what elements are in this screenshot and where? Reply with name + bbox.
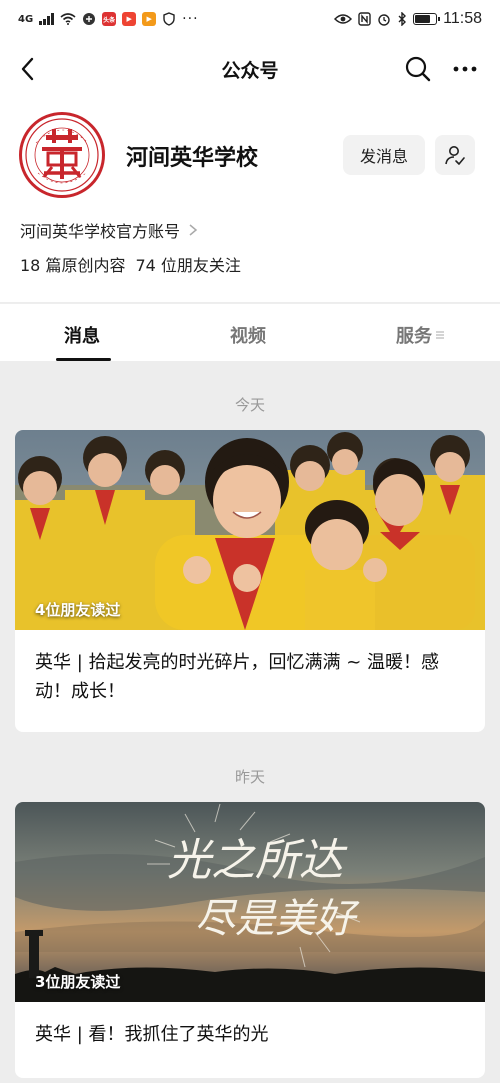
status-bar: 4G 头条 ▶ ▶ ··· 11:58: [0, 0, 500, 38]
tab-messages[interactable]: 消息: [64, 322, 100, 348]
signal-icon: [39, 13, 55, 25]
description-text: 河间英华学校官方账号: [20, 222, 181, 241]
clock: 11:58: [443, 10, 482, 27]
network-type: 4G: [18, 13, 34, 25]
battery-icon: [413, 13, 441, 25]
player-app-icon: ▶: [142, 12, 157, 26]
cover-title-line-1: 光之所达: [167, 835, 348, 886]
account-name: 河间英华学校: [126, 146, 259, 171]
video-app-icon: ▶: [122, 12, 137, 26]
cover-title-art: 光之所达 尽是美好: [167, 835, 360, 942]
bluetooth-icon: [398, 12, 407, 26]
school-logo: [19, 112, 105, 198]
menu-icon: [436, 331, 444, 339]
wifi-icon: [60, 13, 76, 25]
read-by-friends: 4位朋友读过: [35, 601, 121, 619]
follower-count: 74 位朋友关注: [135, 256, 241, 275]
read-by-friends: 3位朋友读过: [35, 973, 121, 991]
article-card[interactable]: 光之所达 尽是美好 3位朋友读过 英华 | 看！我抓住了英华的光: [15, 802, 485, 1078]
account-stats: 18 篇原创内容 74 位朋友关注: [20, 252, 241, 276]
date-divider: 今天: [234, 396, 265, 414]
article-count: 18 篇原创内容: [20, 256, 126, 275]
eye-icon: [334, 14, 353, 24]
page-title: 公众号: [221, 59, 279, 82]
status-right: 11:58: [334, 10, 482, 28]
user-check-icon: [445, 146, 465, 165]
tab-services[interactable]: 服务: [396, 322, 445, 348]
send-message-button[interactable]: 发消息: [343, 135, 425, 175]
tab-videos[interactable]: 视频: [230, 322, 266, 348]
cover-title-line-2: 尽是美好: [195, 896, 360, 942]
toutiao-icon: 头条: [102, 12, 117, 26]
article-title: 英华 | 看！我抓住了英华的光: [35, 1024, 269, 1045]
chevron-right-icon: [189, 224, 198, 236]
back-icon[interactable]: [14, 54, 44, 84]
alarm-icon: [378, 14, 390, 26]
date-divider: 昨天: [234, 768, 265, 786]
status-left: 4G 头条 ▶ ▶ ···: [18, 11, 199, 27]
nav-bar: 公众号: [0, 38, 500, 100]
article-cover-image: 光之所达 尽是美好 3位朋友读过: [15, 802, 485, 1002]
nfc-icon: [358, 12, 371, 26]
more-notifications-icon: ···: [182, 11, 199, 27]
vpn-icon: [83, 13, 96, 25]
tab-bar: 消息 视频 服务: [0, 303, 500, 361]
follow-button[interactable]: [435, 135, 475, 175]
account-description[interactable]: 河间英华学校官方账号: [20, 218, 198, 242]
search-icon[interactable]: [404, 55, 432, 83]
article-title: 英华 | 拾起发亮的时光碎片，回忆满满 ~ 温暖！感动！成长！: [35, 652, 440, 702]
account-profile: 河间英华学校 发消息 河间英华学校官方账号 18 篇原创内容 74 位朋友关注: [0, 100, 500, 302]
article-cover-image: 4位朋友读过: [15, 430, 485, 630]
shield-icon: [163, 12, 175, 26]
tab-services-label: 服务: [396, 326, 432, 347]
message-feed: 今天 4位朋友读过 英华 | 拾起发亮的时光碎片，回忆满满 ~ 温暖！感动！成长…: [0, 361, 500, 1083]
article-card[interactable]: 4位朋友读过 英华 | 拾起发亮的时光碎片，回忆满满 ~ 温暖！感动！成长！: [15, 430, 485, 732]
more-icon[interactable]: [452, 60, 478, 78]
